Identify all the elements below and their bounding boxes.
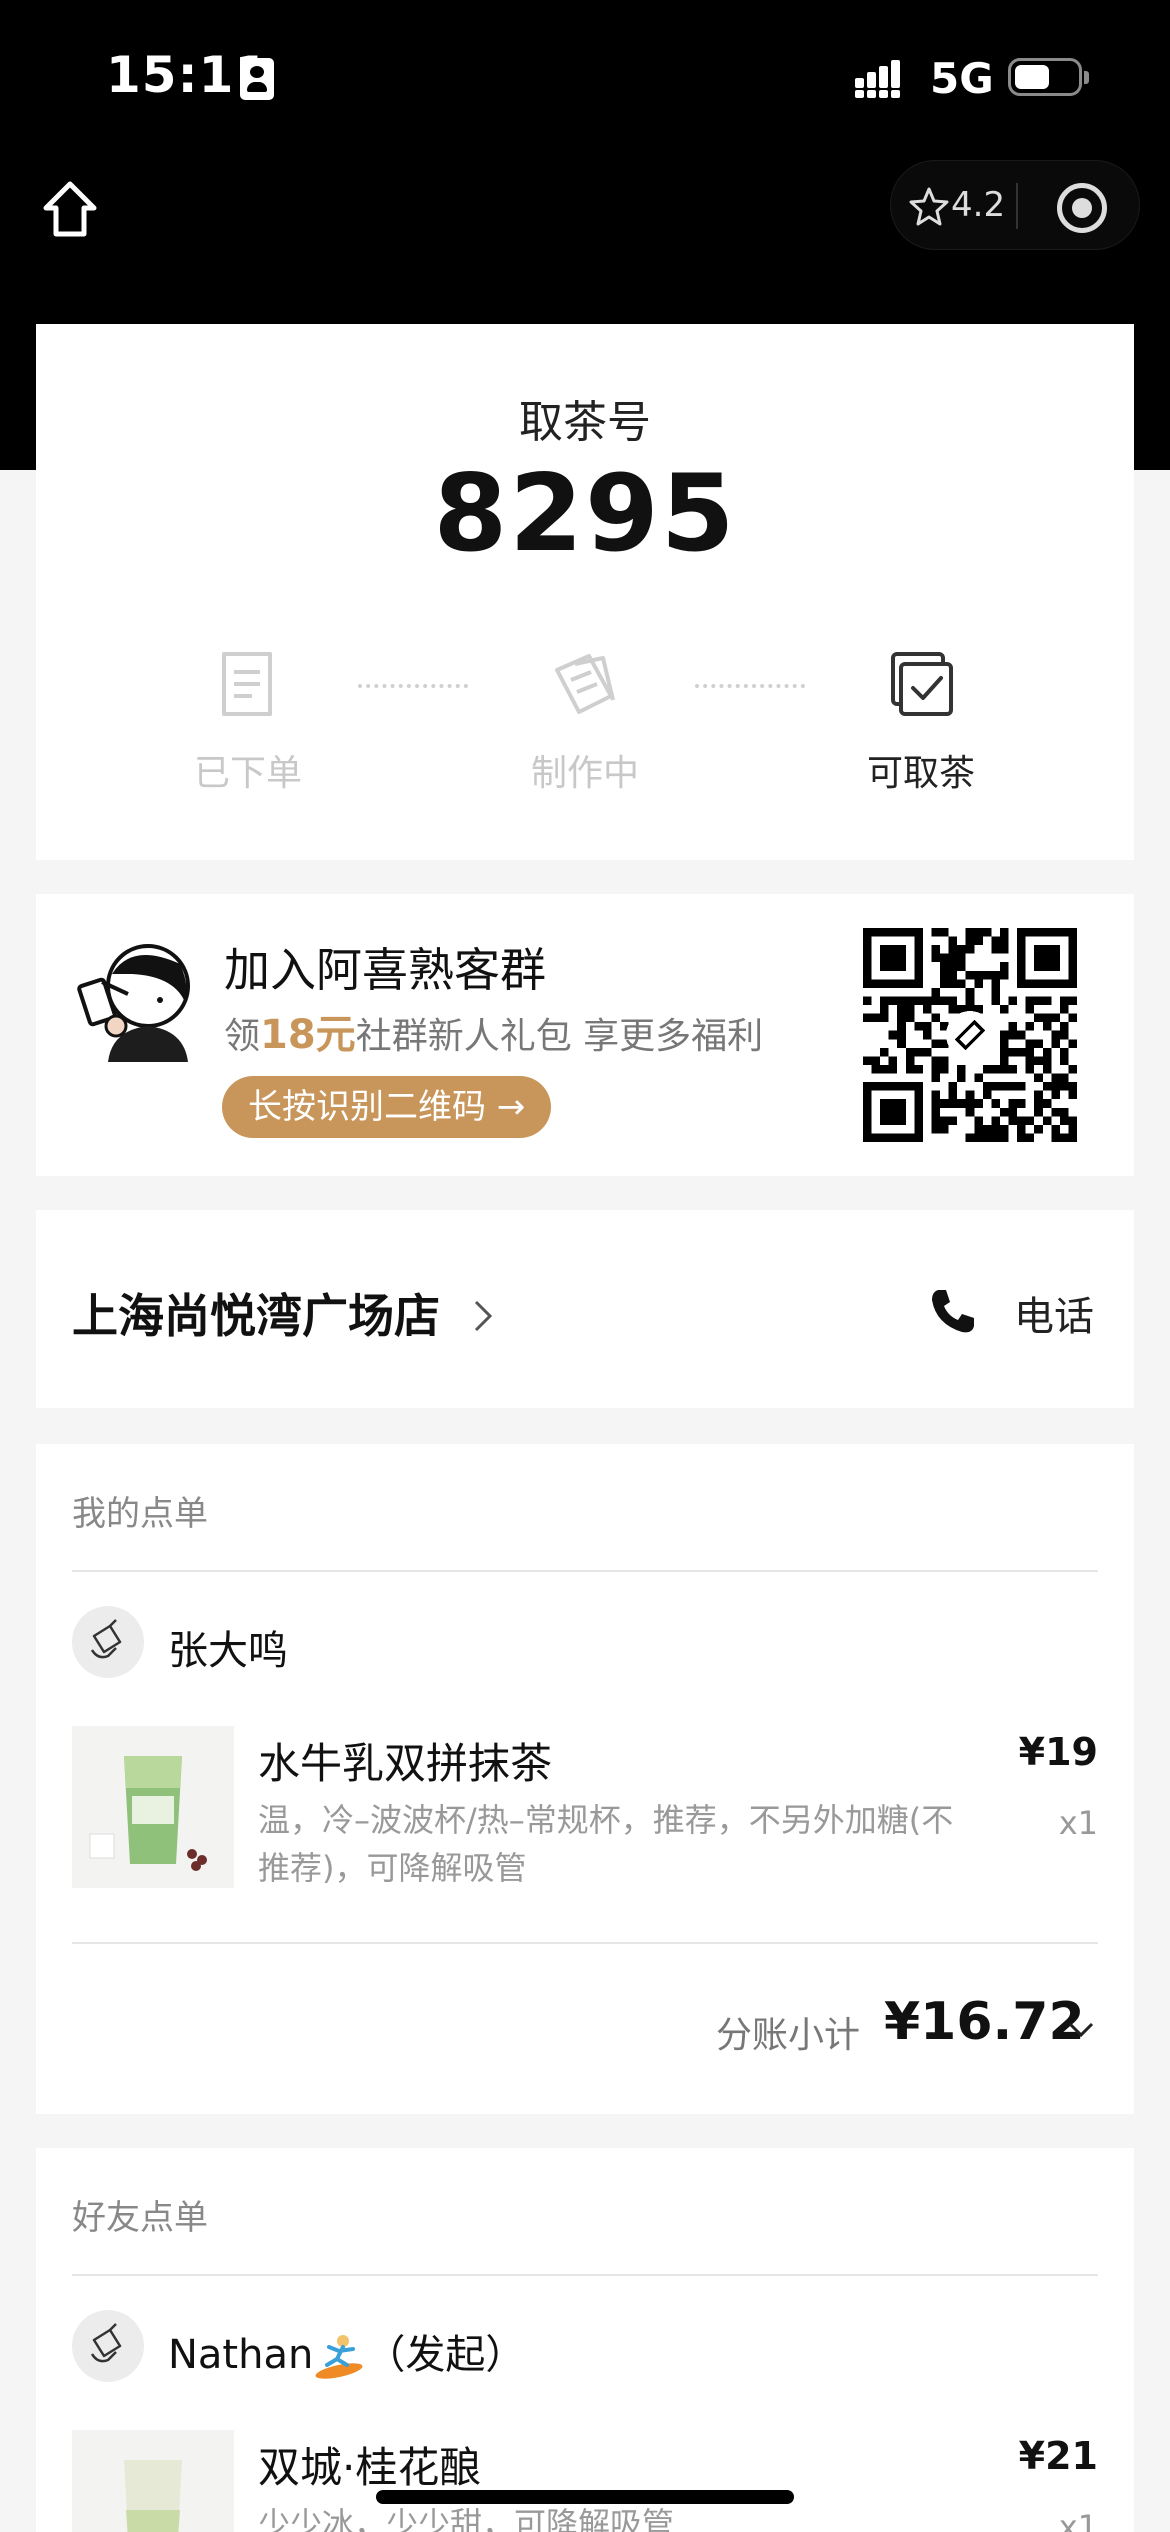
cup-hand-icon	[90, 1619, 122, 1659]
divider	[72, 1570, 1098, 1572]
network-label: 5G	[930, 54, 994, 103]
capsule-divider	[1016, 183, 1018, 229]
initiator-tag: （发起）	[365, 2332, 526, 2378]
step-making: 制作中	[485, 644, 685, 796]
step-label: 已下单	[193, 753, 302, 794]
user-name: 张大鸣	[168, 1628, 288, 1674]
status-bar: 15:11 5G	[0, 0, 1170, 150]
cup-hand-icon	[90, 2323, 122, 2363]
subtitle-prefix: 领	[224, 1016, 261, 1057]
home-icon[interactable]	[38, 178, 102, 242]
step-label: 可取茶	[866, 753, 975, 794]
community-card[interactable]: 加入阿喜熟客群 领18元社群新人礼包 享更多福利 长按识别二维码 →	[36, 894, 1134, 1176]
product-price: ¥21	[1018, 2434, 1098, 2478]
community-title: 加入阿喜熟客群	[224, 943, 546, 997]
receipt-icon	[222, 652, 272, 716]
product-name: 双城·桂花酿	[258, 2443, 482, 2492]
subtitle-suffix: 社群新人礼包 享更多福利	[355, 1016, 764, 1057]
rating-value[interactable]: 4.2	[951, 185, 1005, 225]
subtotal-value: ¥16.72	[884, 1992, 1085, 2052]
product-name: 水牛乳双拼抹茶	[258, 1739, 553, 1788]
product-desc: 温，冷–波波杯/热–常规杯，推荐，不另外加糖(不推荐)，可降解吸管	[258, 1801, 954, 1887]
section-title: 我的点单	[72, 1494, 208, 1534]
store-card: 上海尚悦湾广场店 电话	[36, 1210, 1134, 1408]
step-connector	[695, 684, 805, 688]
divider	[72, 2274, 1098, 2276]
product-desc: 少少冰，少少甜，可降解吸管	[258, 2505, 675, 2532]
surfer-emoji-icon	[315, 2335, 363, 2379]
pickup-title: 取茶号	[519, 397, 651, 448]
signal-icon	[855, 60, 900, 98]
phone-label[interactable]: 电话	[1014, 1284, 1094, 1342]
step-label: 制作中	[530, 753, 639, 794]
mini-program-capsule: 4.2	[890, 160, 1140, 250]
mascot-drinking-icon	[77, 944, 190, 1062]
id-card-icon	[240, 58, 274, 100]
target-icon[interactable]	[1057, 183, 1107, 233]
community-subtitle: 领18元社群新人礼包 享更多福利	[224, 1002, 763, 1060]
pickup-number: 8295	[433, 452, 737, 575]
matcha-drink-image	[72, 1726, 234, 1888]
step-ordered: 已下单	[148, 644, 348, 796]
product-qty: x1	[1058, 1804, 1098, 1842]
star-icon[interactable]	[909, 186, 949, 226]
avatar	[72, 2310, 144, 2382]
product-price: ¥19	[1018, 1730, 1098, 1774]
step-ready: 可取茶	[821, 644, 1021, 796]
user-name: Nathan （发起）	[168, 2322, 525, 2383]
divider	[72, 1942, 1098, 1944]
battery-icon	[1008, 58, 1089, 96]
phone-icon[interactable]	[928, 1286, 978, 1336]
osmanthus-drink-image	[72, 2430, 234, 2532]
friend-order-card: 好友点单 Nathan （发起） 双城·桂花酿 少少冰，少少甜，可降解吸管 ¥2…	[36, 2148, 1134, 2532]
papers-icon	[555, 654, 615, 714]
friend-name: Nathan	[168, 2332, 314, 2378]
section-title: 好友点单	[72, 2198, 208, 2238]
product-image[interactable]	[72, 1726, 234, 1888]
chevron-down-icon[interactable]	[1066, 2018, 1096, 2042]
step-connector	[358, 684, 468, 688]
avatar	[72, 1606, 144, 1678]
qr-code-image[interactable]	[863, 928, 1077, 1142]
product-qty: x1	[1058, 2508, 1098, 2532]
subtotal-label: 分账小计	[716, 2015, 861, 2056]
chevron-right-icon[interactable]	[468, 1296, 498, 1336]
order-status-card: 取茶号 8295 已下单 制作中 可取茶	[36, 324, 1134, 860]
my-order-card: 我的点单 张大鸣 水牛乳双拼抹茶 温，冷–波波杯/热–常规杯，推荐，不另外加糖(…	[36, 1444, 1134, 2114]
subtitle-highlight: 18元	[260, 1012, 356, 1058]
scan-qr-button[interactable]: 长按识别二维码 →	[222, 1076, 552, 1138]
checked-cups-icon	[891, 652, 953, 716]
store-name[interactable]: 上海尚悦湾广场店	[72, 1280, 440, 1346]
product-image[interactable]	[72, 2430, 234, 2532]
home-indicator[interactable]	[376, 2490, 794, 2504]
